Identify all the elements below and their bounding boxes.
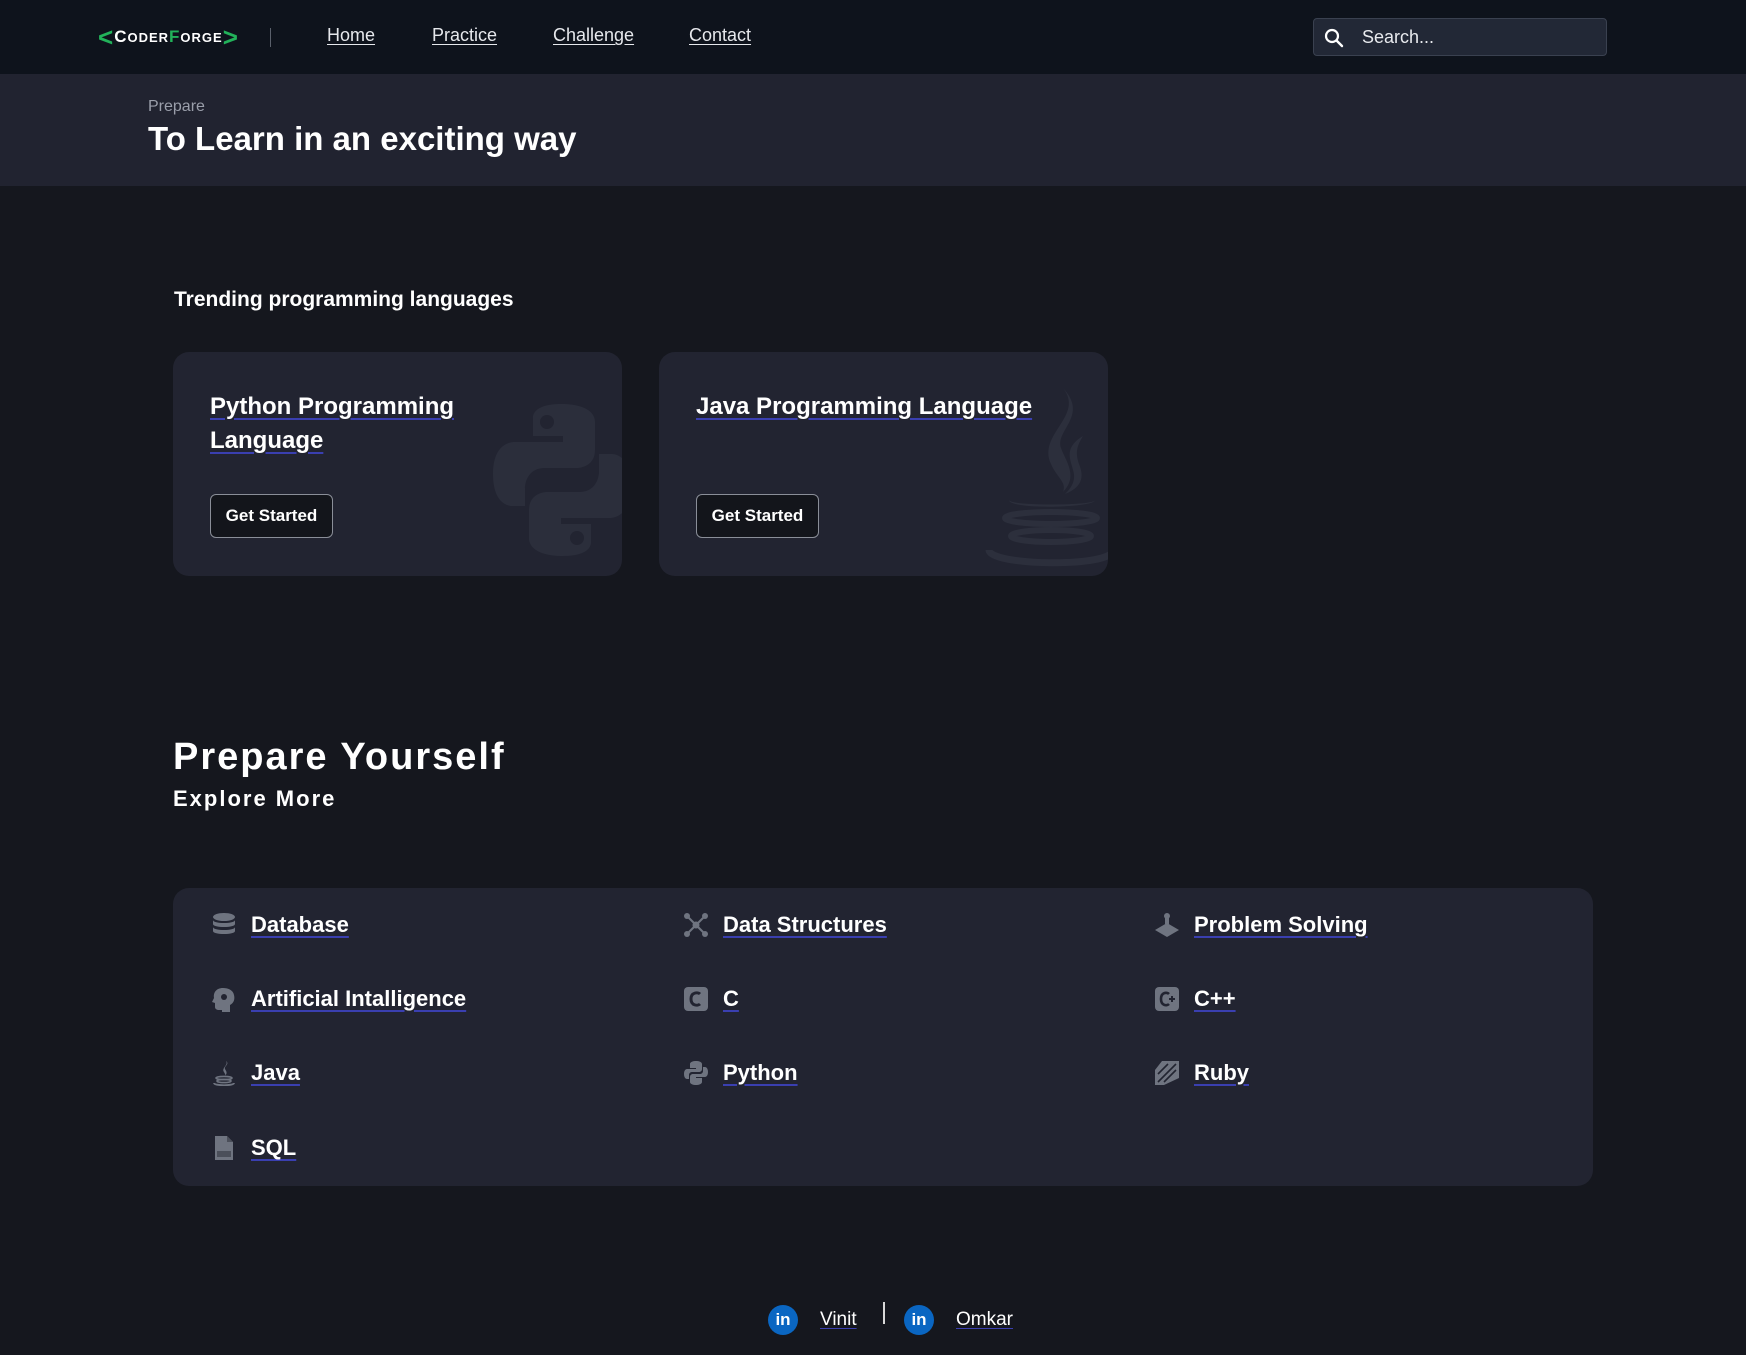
topic-cpp[interactable]: C++	[1154, 982, 1236, 1016]
ruby-icon	[1155, 1061, 1179, 1085]
topic-problem-solving[interactable]: Problem Solving	[1154, 908, 1368, 942]
nav-link-practice[interactable]: Practice	[432, 25, 497, 46]
hero-title: To Learn in an exciting way	[148, 120, 577, 157]
problem-solving-icon	[1155, 913, 1179, 937]
logo-text-part: ODER	[127, 29, 170, 45]
topic-label: Python	[723, 1060, 798, 1085]
topic-python[interactable]: Python	[683, 1056, 798, 1090]
topic-data-structures[interactable]: Data Structures	[683, 908, 887, 942]
topic-label: Database	[251, 912, 349, 937]
topic-label: C	[723, 986, 739, 1011]
footer-contact-omkar[interactable]: in Omkar	[904, 1305, 1013, 1335]
c-language-icon	[684, 987, 708, 1011]
topic-database[interactable]: Database	[211, 908, 349, 942]
topic-label: Ruby	[1194, 1060, 1249, 1085]
prepare-section-title: Prepare Yourself	[173, 736, 506, 778]
trending-section-title: Trending programming languages	[174, 288, 514, 311]
python-icon	[684, 1061, 708, 1085]
topic-ruby[interactable]: Ruby	[1154, 1056, 1249, 1090]
card-title: Java Programming Language	[696, 393, 1033, 420]
nav-link-home[interactable]: Home	[327, 25, 375, 46]
prepare-section-subtitle: Explore More	[173, 786, 337, 811]
course-card-java[interactable]: Java Programming Language Get Started	[659, 352, 1108, 576]
sql-file-icon	[215, 1136, 233, 1160]
card-title: Python Programming Language	[210, 393, 455, 454]
logo-text-part: F	[169, 27, 181, 46]
footer-name-link[interactable]: Vinit	[820, 1309, 857, 1331]
coderforge-logo[interactable]: < C ODER F ORGE >	[98, 24, 239, 50]
topic-label: Java	[251, 1060, 300, 1085]
topic-sql[interactable]: SQL	[211, 1131, 296, 1165]
topic-artificial-intelligence[interactable]: Artificial Intalligence	[211, 982, 466, 1016]
logo-right-chevron-icon: >	[222, 22, 239, 52]
topic-java[interactable]: Java	[211, 1056, 300, 1090]
footer-contact-vinit[interactable]: in Vinit	[768, 1305, 857, 1335]
search-icon	[1324, 28, 1344, 48]
get-started-button[interactable]: Get Started	[696, 494, 819, 538]
footer-divider	[883, 1302, 885, 1324]
course-card-python[interactable]: Python Programming Language Get Started	[173, 352, 622, 576]
get-started-button[interactable]: Get Started	[210, 494, 333, 538]
search-box[interactable]	[1313, 18, 1607, 56]
database-icon	[213, 913, 235, 934]
linkedin-icon[interactable]: in	[904, 1305, 934, 1335]
linkedin-icon[interactable]: in	[768, 1305, 798, 1335]
python-logo-icon	[493, 404, 622, 556]
topic-label: Artificial Intalligence	[251, 986, 467, 1011]
topic-label: Problem Solving	[1194, 912, 1368, 937]
cpp-language-icon	[1155, 987, 1179, 1011]
footer-name-link[interactable]: Omkar	[956, 1309, 1013, 1331]
ai-brain-icon	[212, 988, 235, 1012]
search-input[interactable]	[1362, 19, 1602, 55]
top-navbar: < C ODER F ORGE > Home Practice Challeng…	[0, 0, 1746, 74]
hero-banner: Prepare To Learn in an exciting way	[0, 74, 1746, 186]
topic-label: SQL	[251, 1135, 297, 1160]
logo-left-chevron-icon: <	[98, 22, 115, 52]
topic-c[interactable]: C	[683, 982, 739, 1016]
nav-link-challenge[interactable]: Challenge	[553, 25, 634, 46]
topic-label: C++	[1194, 986, 1236, 1011]
nav-link-contact[interactable]: Contact	[689, 25, 751, 46]
topic-label: Data Structures	[723, 912, 887, 937]
logo-text-part: C	[114, 27, 128, 46]
java-icon	[213, 1061, 235, 1086]
topics-panel: Database Data Structures Problem Solving…	[173, 888, 1593, 1186]
logo-text-part: ORGE	[180, 29, 223, 45]
hero-eyebrow: Prepare	[148, 98, 205, 115]
nav-divider	[270, 28, 271, 47]
data-structures-icon	[684, 913, 708, 937]
